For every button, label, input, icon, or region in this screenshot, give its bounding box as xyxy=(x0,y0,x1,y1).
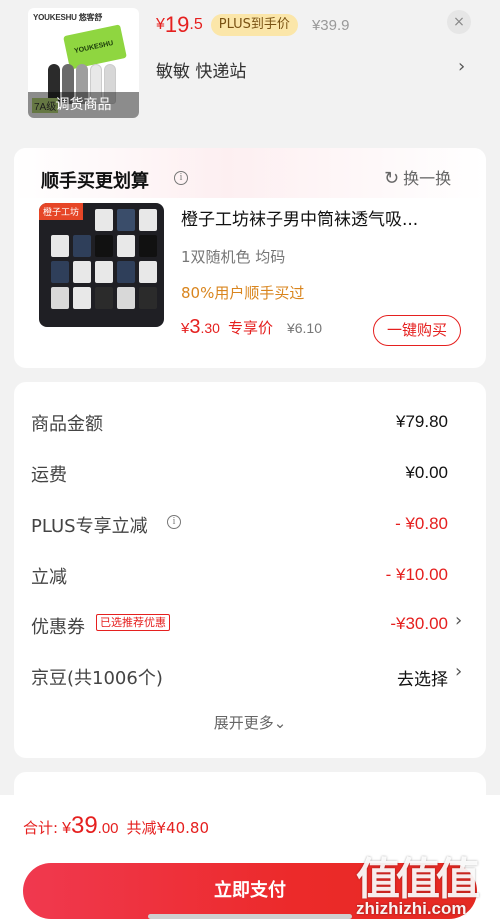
sock-graphic xyxy=(139,235,157,257)
sock-graphic xyxy=(73,287,91,309)
refresh-icon: ↻ xyxy=(384,168,400,189)
price-summary-card: 商品金额 ¥79.80 运费 ¥0.00 PLUS专享立减 i - ¥0.80 … xyxy=(14,382,486,758)
addon-price-label: 专享价 xyxy=(227,319,273,337)
watermark-url: zhizhizhi.com xyxy=(356,899,467,918)
sock-graphic xyxy=(51,261,69,283)
row-value-plus-discount: - ¥0.80 xyxy=(395,514,448,533)
sock-graphic xyxy=(95,261,113,283)
row-value-goods-amount: ¥79.80 xyxy=(396,412,448,431)
info-icon[interactable]: i xyxy=(167,515,181,529)
cart-product-row: YOUKESHU 悠客舒 YOUKESHU 7A级 调货商品 ¥ 19 .5 P… xyxy=(0,0,500,140)
refresh-button[interactable]: ↻ 换一换 xyxy=(384,165,451,189)
row-label-jd-beans[interactable]: 京豆(共1006个) xyxy=(31,664,163,690)
chevron-right-icon[interactable]: › xyxy=(455,610,462,631)
sock-graphic xyxy=(73,261,91,283)
addon-recommendation-card: 顺手买更划算 i ↻ 换一换 橙子工坊 橙子工坊袜子男中筒袜透气吸... 1双随机… xyxy=(14,148,486,368)
plus-price-badge: PLUS到手价 xyxy=(210,14,298,36)
watermark-glyphs: 值值值 xyxy=(356,854,480,905)
row-value-coupon[interactable]: -¥30.00 xyxy=(390,614,448,634)
row-label-goods-amount: 商品金额 xyxy=(31,414,103,435)
expand-more-button[interactable]: 展开更多⌄ xyxy=(14,712,486,733)
addon-product-name[interactable]: 橙子工坊袜子男中筒袜透气吸... xyxy=(181,205,451,230)
sock-graphic xyxy=(117,261,135,283)
sock-graphic xyxy=(51,235,69,257)
addon-price-integer: 3 xyxy=(189,316,201,338)
thumb-brand: YOUKESHU 悠客舒 xyxy=(33,13,103,22)
row-value-jd-beans[interactable]: 去选择 xyxy=(397,665,448,690)
sock-graphic xyxy=(95,235,113,257)
total-symbol: ¥ xyxy=(62,820,71,837)
sock-graphic xyxy=(139,209,157,231)
sock-graphic xyxy=(95,209,113,231)
sock-graphic xyxy=(139,287,157,309)
total-saved: 共减¥40.80 xyxy=(126,819,210,837)
addon-title: 顺手买更划算 xyxy=(41,171,149,192)
addon-original-price: ¥6.10 xyxy=(286,320,322,336)
order-total: 合计: ¥ 39 .00 共减¥40.80 xyxy=(23,812,209,840)
coupon-recommended-tag: 已选推荐优惠 xyxy=(96,614,170,631)
sock-graphic xyxy=(117,235,135,257)
sock-graphic xyxy=(117,209,135,231)
pickup-station[interactable]: 敏敏 快递站 xyxy=(156,57,246,82)
refresh-label: 换一换 xyxy=(403,169,452,188)
price-integer: 19 xyxy=(164,12,190,37)
chevron-right-icon[interactable]: › xyxy=(458,56,465,77)
addon-purchase-note: 80%用户顺手买过 xyxy=(181,284,305,302)
original-price: ¥39.9 xyxy=(311,16,350,34)
addon-product-image[interactable]: 橙子工坊 xyxy=(39,203,164,327)
watermark: 值值值 zhizhizhi.com xyxy=(350,835,500,924)
row-label-instant-discount: 立减 xyxy=(31,567,67,588)
total-integer: 39 xyxy=(70,812,98,839)
row-value-shipping: ¥0.00 xyxy=(405,463,448,482)
thumb-overlay-label: 调货商品 xyxy=(28,92,139,118)
info-icon[interactable]: i xyxy=(174,171,188,185)
total-decimal: .00 xyxy=(97,820,119,837)
one-click-buy-button[interactable]: 一键购买 xyxy=(373,315,461,346)
row-label-coupon[interactable]: 优惠券 xyxy=(31,613,85,639)
expand-more-label: 展开更多 xyxy=(213,714,274,732)
chevron-right-icon[interactable]: › xyxy=(455,661,462,682)
home-indicator[interactable] xyxy=(148,914,352,919)
sock-graphic xyxy=(95,287,113,309)
close-icon[interactable]: × xyxy=(447,10,471,34)
chevron-down-icon: ⌄ xyxy=(273,714,287,732)
addon-product-spec: 1双随机色 均码 xyxy=(181,248,286,266)
row-label-shipping: 运费 xyxy=(31,465,67,486)
row-label-plus-discount: PLUS专享立减 xyxy=(31,516,148,537)
addon-price-decimal: .30 xyxy=(200,320,220,336)
price-symbol: ¥ xyxy=(156,16,165,33)
sock-graphic xyxy=(51,287,69,309)
addon-price: ¥ 3 .30 专享价 ¥6.10 xyxy=(181,316,322,339)
price-decimal: .5 xyxy=(189,16,203,33)
sock-graphic xyxy=(73,235,91,257)
total-label: 合计: xyxy=(23,819,59,837)
addon-price-symbol: ¥ xyxy=(181,320,190,337)
product-price-row: ¥ 19 .5 PLUS到手价 ¥39.9 xyxy=(156,12,349,38)
row-value-instant-discount: - ¥10.00 xyxy=(385,565,448,584)
sock-graphic xyxy=(139,261,157,283)
addon-image-tag: 橙子工坊 xyxy=(39,203,84,220)
product-thumbnail[interactable]: YOUKESHU 悠客舒 YOUKESHU 7A级 调货商品 xyxy=(28,8,139,118)
sock-graphic xyxy=(117,287,135,309)
